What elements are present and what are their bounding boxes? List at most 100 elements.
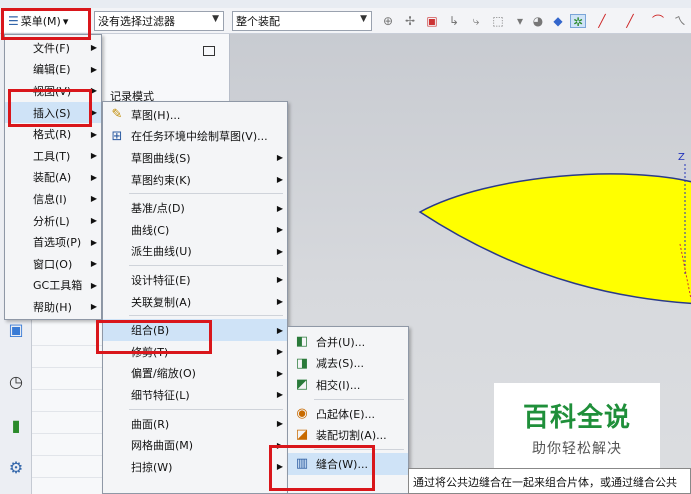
cube-icon[interactable]: ◆ [550, 14, 566, 28]
menu-item-detail-feature[interactable]: 细节特征(L) ▶ [103, 384, 287, 406]
menu-item-view[interactable]: 视图(V) ▶ [5, 80, 101, 102]
snap-toggle-icon[interactable]: ✲ [570, 14, 586, 29]
chevron-down-icon: ▼ [212, 14, 219, 24]
menu-separator [314, 398, 404, 400]
menu-item-preferences[interactable]: 首选项(P) ▶ [5, 231, 101, 253]
menu-item-gc-toolkit[interactable]: GC工具箱 ▶ [5, 275, 101, 297]
menu-item-derived-curve[interactable]: 派生曲线(U) ▶ [103, 241, 287, 263]
menu-item-help[interactable]: 帮助(H) ▶ [5, 296, 101, 318]
menu-item-surface[interactable]: 曲面(R) ▶ [103, 413, 287, 435]
menu-separator [129, 265, 283, 267]
menu-item-mesh-surface[interactable]: 网格曲面(M) ▶ [103, 434, 287, 456]
menu-item-associative-copy[interactable]: 关联复制(A) ▶ [103, 291, 287, 313]
assembly-scope-combo[interactable]: 整个装配 ▼ [232, 11, 372, 31]
menu-item-combine[interactable]: 组合(B) ▶ [103, 319, 287, 341]
selection-filter-combo[interactable]: 没有选择过滤器 ▼ [94, 11, 224, 31]
selection-filter-value: 没有选择过滤器 [98, 15, 175, 28]
menu-item-assembly[interactable]: 装配(A) ▶ [5, 167, 101, 189]
menu-item-sketch-curve[interactable]: 草图曲线(S) ▶ [103, 147, 287, 169]
menu-item-sketch-constraint[interactable]: 草图约束(K) ▶ [103, 169, 287, 191]
menu-item-label: 组合(B) [131, 324, 170, 338]
arc-icon[interactable]: ㄟ [672, 14, 688, 28]
submenu-arrow-icon: ▶ [276, 440, 283, 450]
chevron-down-icon[interactable]: ▾ [512, 14, 528, 28]
menu-item-info[interactable]: 信息(I) ▶ [5, 188, 101, 210]
submenu-arrow-icon: ▶ [90, 129, 97, 139]
menu-item-emboss-body[interactable]: ◉ 凸起体(E)... [288, 403, 408, 425]
menu-item-label: 派生曲线(U) [131, 245, 192, 259]
intersect-icon: ◩ [295, 377, 309, 393]
menu-item-label: 帮助(H) [33, 300, 72, 314]
combine-submenu: ◧ 合并(U)... ◨ 减去(S)... ◩ 相交(I)... ◉ 凸起体(E)...… [287, 326, 409, 494]
menu-item-window[interactable]: 窗口(O) ▶ [5, 253, 101, 275]
menu-item-label: 偏置/缩放(O) [131, 367, 196, 381]
menu-item-label: 首选项(P) [33, 236, 82, 250]
menu-item-design-feature[interactable]: 设计特征(E) ▶ [103, 269, 287, 291]
menu-item-format[interactable]: 格式(R) ▶ [5, 123, 101, 145]
color-palette-icon[interactable]: ▮ [6, 416, 26, 436]
menu-icon: ☰ [8, 14, 19, 28]
submenu-arrow-icon: ▶ [90, 280, 97, 290]
menu-item-label: 文件(F) [33, 41, 70, 55]
menu-item-analysis[interactable]: 分析(L) ▶ [5, 210, 101, 232]
submenu-arrow-icon: ▶ [276, 462, 283, 472]
chevron-down-icon: ▼ [360, 14, 367, 24]
title-strip [0, 0, 691, 8]
menu-item-label: 格式(R) [33, 128, 72, 142]
move-icon[interactable]: ⤷ [468, 14, 484, 28]
line-icon[interactable]: ╱ [594, 14, 610, 28]
menu-item-curve[interactable]: 曲线(C) ▶ [103, 219, 287, 241]
menu-item-file[interactable]: 文件(F) ▶ [5, 37, 101, 59]
menu-item-label: 合并(U)... [316, 335, 366, 349]
menu-item-label: 工具(T) [33, 149, 71, 163]
snap-point-icon[interactable]: ⊕ [380, 14, 396, 28]
point-dialog-icon[interactable]: ▣ [424, 14, 440, 28]
menu-item-sketch[interactable]: ✎ 草图(H)... [103, 104, 287, 126]
menu-item-trim[interactable]: 修剪(T) ▶ [103, 341, 287, 363]
menu-separator [129, 315, 283, 317]
watermark-logo: 百科全说 助你轻松解决 [494, 383, 660, 469]
menu-item-label: 相交(I)... [316, 378, 361, 392]
submenu-arrow-icon: ▶ [276, 175, 283, 185]
curve-icon[interactable]: ⌒ [650, 14, 666, 28]
menu-item-label: 编辑(E) [33, 63, 71, 77]
yellow-surface[interactable] [418, 173, 691, 305]
menu-item-label: 在任务环境中绘制草图(V)... [131, 130, 268, 144]
menu-item-tools[interactable]: 工具(T) ▶ [5, 145, 101, 167]
menu-item-label: 草图约束(K) [131, 173, 191, 187]
submenu-arrow-icon: ▶ [90, 64, 97, 74]
menu-item-unite[interactable]: ◧ 合并(U)... [288, 331, 408, 353]
history-clock-icon[interactable]: ◷ [6, 372, 26, 392]
menu-item-sweep[interactable]: 扫掠(W) ▶ [103, 456, 287, 478]
sew-tooltip: 通过将公共边缝合在一起来组合片体，或通过缝合公共 [408, 468, 691, 494]
menu-item-label: 设计特征(E) [131, 273, 191, 287]
top-toolbar: ☰ 菜单(M) ▾ 没有选择过滤器 ▼ 整个装配 ▼ ⊕ ✢ ▣ ↳ ⤷ ⬚ ▾… [0, 8, 691, 34]
menu-item-insert[interactable]: 插入(S) ▶ [5, 101, 101, 124]
insert-submenu: ✎ 草图(H)... ⊞ 在任务环境中绘制草图(V)... 草图曲线(S) ▶ 草图约… [102, 101, 288, 494]
menu-item-edit[interactable]: 编辑(E) ▶ [5, 59, 101, 81]
submenu-arrow-icon: ▶ [276, 203, 283, 213]
box-select-icon[interactable]: ⬚ [490, 14, 506, 28]
maximize-icon[interactable] [203, 46, 215, 56]
part-navigator-icon[interactable]: ▣ [6, 320, 26, 340]
submenu-arrow-icon: ▶ [276, 347, 283, 357]
submenu-arrow-icon: ▶ [276, 368, 283, 378]
roles-icon[interactable]: ⚙ [6, 458, 26, 478]
arrow-icon[interactable]: ↳ [446, 14, 462, 28]
submenu-arrow-icon: ▶ [90, 86, 97, 96]
menu-item-offset-scale[interactable]: 偏置/缩放(O) ▶ [103, 363, 287, 385]
menu-item-subtract[interactable]: ◨ 减去(S)... [288, 353, 408, 375]
menu-button[interactable]: ☰ 菜单(M) ▾ [4, 10, 90, 32]
sketch-line-icon[interactable]: ╱ [622, 14, 638, 28]
menu-separator [129, 193, 283, 195]
menu-item-datum-point[interactable]: 基准/点(D) ▶ [103, 197, 287, 219]
menu-item-label: 插入(S) [33, 106, 71, 120]
shaded-view-icon[interactable]: ◕ [530, 14, 546, 28]
menu-item-label: 细节特征(L) [131, 388, 190, 402]
menu-item-assembly-cut[interactable]: ◪ 装配切割(A)... [288, 424, 408, 446]
menu-item-sketch-in-task[interactable]: ⊞ 在任务环境中绘制草图(V)... [103, 126, 287, 148]
z-axis-label: Z [678, 152, 685, 163]
menu-item-intersect[interactable]: ◩ 相交(I)... [288, 374, 408, 396]
snap-end-icon[interactable]: ✢ [402, 14, 418, 28]
menu-item-sew[interactable]: ▥ 缝合(W)... [288, 452, 408, 475]
